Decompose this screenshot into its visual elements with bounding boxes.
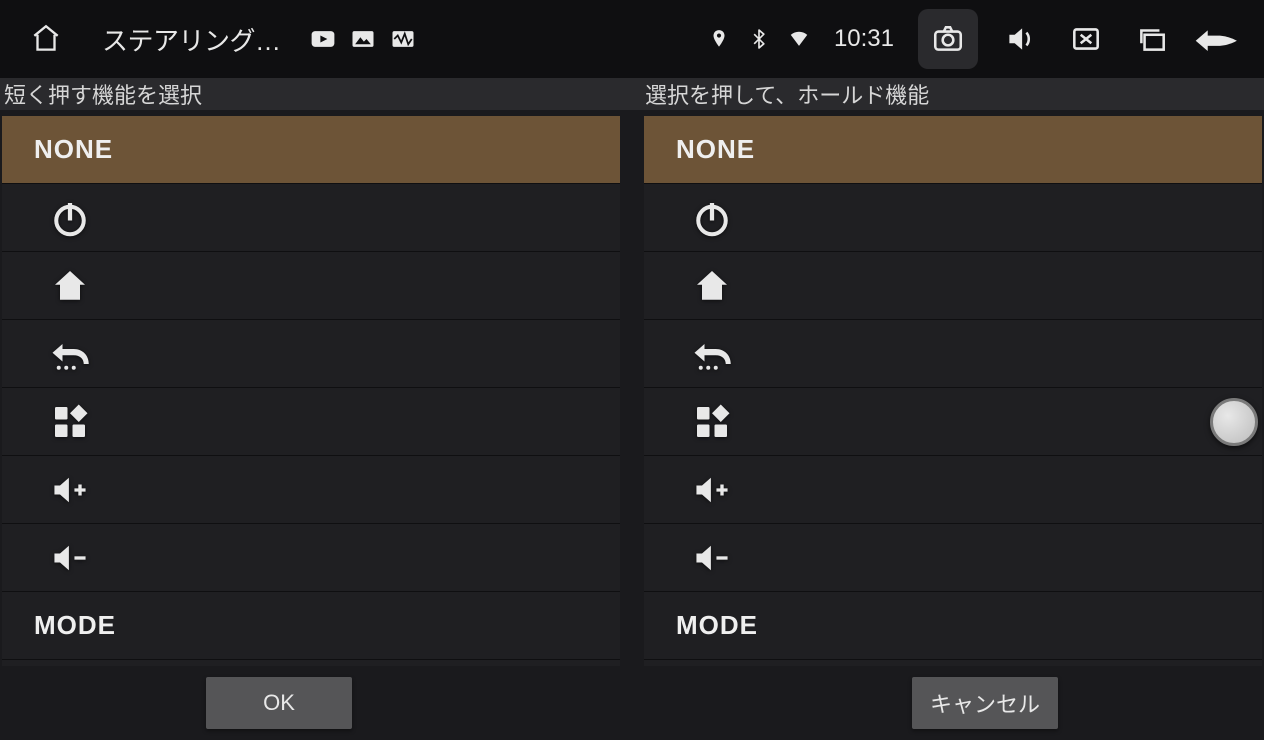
recent-apps-button[interactable] bbox=[1128, 15, 1176, 63]
home-button[interactable] bbox=[22, 15, 70, 63]
option-volume-down[interactable] bbox=[644, 524, 1262, 592]
status-bar: ステアリング… 10:31 bbox=[0, 0, 1264, 78]
power-icon bbox=[690, 196, 734, 240]
apps-icon bbox=[690, 400, 734, 444]
volume-down-icon bbox=[690, 536, 734, 580]
bluetooth-icon bbox=[748, 28, 770, 50]
option-none[interactable]: NONE bbox=[2, 116, 620, 184]
app-title: ステアリング… bbox=[102, 21, 281, 58]
option-power[interactable] bbox=[2, 184, 620, 252]
option-mode-label: MODE bbox=[34, 610, 116, 641]
long-press-column: NONE MODE bbox=[644, 116, 1262, 666]
ok-button[interactable]: OK bbox=[206, 677, 352, 729]
back-icon bbox=[690, 332, 734, 376]
back-icon bbox=[48, 332, 92, 376]
option-home[interactable] bbox=[2, 252, 620, 320]
volume-down-icon bbox=[48, 536, 92, 580]
apps-icon bbox=[48, 400, 92, 444]
volume-up-icon bbox=[48, 468, 92, 512]
youtube-icon bbox=[309, 25, 337, 53]
short-press-column: NONE MODE bbox=[2, 116, 620, 666]
option-none-label: NONE bbox=[34, 134, 113, 165]
option-home[interactable] bbox=[644, 252, 1262, 320]
option-back[interactable] bbox=[2, 320, 620, 388]
location-icon bbox=[708, 28, 730, 50]
activity-icon bbox=[389, 25, 417, 53]
clock: 10:31 bbox=[834, 25, 894, 53]
back-button[interactable] bbox=[1194, 15, 1242, 63]
option-volume-down[interactable] bbox=[2, 524, 620, 592]
screenshot-button[interactable] bbox=[918, 9, 978, 69]
ok-label: OK bbox=[263, 690, 295, 716]
column-headers: 短く押す機能を選択 選択を押して、ホールド機能 bbox=[0, 78, 1264, 110]
option-power[interactable] bbox=[644, 184, 1262, 252]
option-none[interactable]: NONE bbox=[644, 116, 1262, 184]
home-icon bbox=[690, 264, 734, 308]
power-icon bbox=[48, 196, 92, 240]
option-mode-label: MODE bbox=[676, 610, 758, 641]
gallery-icon bbox=[349, 25, 377, 53]
function-columns: NONE MODE NONE MODE bbox=[0, 110, 1264, 666]
option-none-label: NONE bbox=[676, 134, 755, 165]
option-mode[interactable]: MODE bbox=[644, 592, 1262, 660]
cancel-label: キャンセル bbox=[930, 687, 1040, 719]
option-apps[interactable] bbox=[2, 388, 620, 456]
wifi-icon bbox=[788, 28, 810, 50]
option-volume-up[interactable] bbox=[2, 456, 620, 524]
option-apps[interactable] bbox=[644, 388, 1262, 456]
option-volume-up[interactable] bbox=[644, 456, 1262, 524]
long-press-header: 選択を押して、ホールド機能 bbox=[645, 78, 1262, 110]
cancel-button[interactable]: キャンセル bbox=[912, 677, 1058, 729]
short-press-header: 短く押す機能を選択 bbox=[2, 78, 621, 110]
volume-up-icon bbox=[690, 468, 734, 512]
home-icon bbox=[48, 264, 92, 308]
footer: OK キャンセル bbox=[0, 666, 1264, 740]
option-mode[interactable]: MODE bbox=[2, 592, 620, 660]
assistive-touch-button[interactable] bbox=[1210, 398, 1258, 446]
close-button[interactable] bbox=[1062, 15, 1110, 63]
volume-button[interactable] bbox=[996, 15, 1044, 63]
option-back[interactable] bbox=[644, 320, 1262, 388]
